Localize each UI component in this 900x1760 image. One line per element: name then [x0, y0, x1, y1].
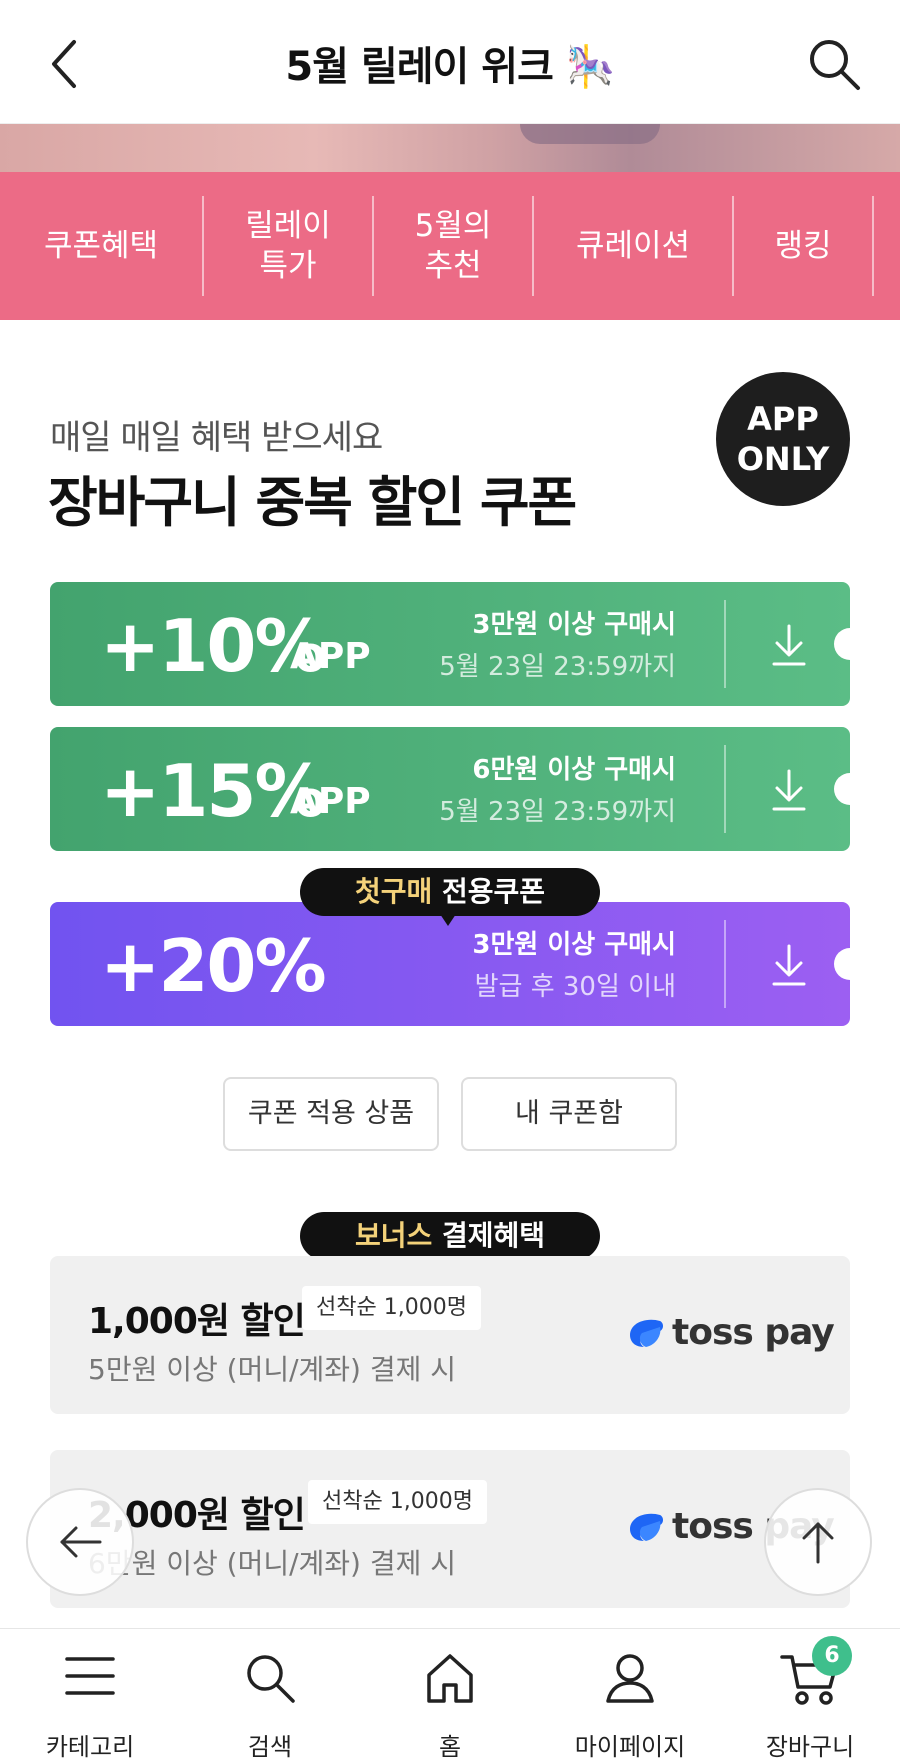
coupon-card[interactable]: +10% APP 3만원 이상 구매시 5월 23일 23:59까지 [50, 582, 850, 706]
coupon-condition: 6만원 이상 구매시 [472, 755, 676, 785]
toss-logo-icon [630, 1513, 663, 1541]
discount-amount: 1,000원 할인 [88, 1301, 306, 1342]
tab-label: 릴레이 특가 [245, 208, 331, 284]
toss-logo-icon [630, 1319, 663, 1347]
nav-cart[interactable]: 장바구니 [720, 1629, 900, 1760]
coupon-divider [724, 920, 726, 1008]
bonus-payment-label: 보너스 결제혜택 [300, 1212, 600, 1270]
coupon-percent: +20% [100, 924, 327, 1008]
coupon-validity: 발급 후 30일 이내 [474, 972, 676, 1002]
coupon-validity: 5월 23일 23:59까지 [439, 797, 676, 827]
tab-relay-deals[interactable]: 릴레이 특가 [204, 196, 374, 296]
hero-banner-image [0, 124, 900, 172]
coupon-notch [834, 773, 850, 805]
nav-label: 검색 [247, 1733, 293, 1760]
tab-coupon-benefits[interactable]: 쿠폰혜택 [0, 196, 204, 296]
coupon-validity: 5월 23일 23:59까지 [439, 652, 676, 682]
page-title: 5월 릴레이 위크 🎠 [285, 44, 615, 90]
top-app-bar: 5월 릴레이 위크 🎠 [0, 0, 900, 124]
menu-icon [65, 1657, 115, 1695]
section-subtitle: 매일 매일 혜택 받으세요 [50, 418, 383, 458]
tab-label: 5월의 추천 [414, 208, 492, 284]
search-icon[interactable] [806, 36, 862, 92]
nav-label: 홈 [438, 1733, 462, 1760]
nav-label: 마이페이지 [574, 1733, 686, 1760]
nav-label: 카테고리 [45, 1733, 135, 1760]
download-icon[interactable] [764, 940, 814, 990]
benefit-condition: 6만원 이상 (머니/계좌) 결제 시 [88, 1547, 457, 1580]
tab-label: 쿠폰혜택 [43, 228, 159, 264]
coupon-notch [834, 628, 850, 660]
coupon-condition: 3만원 이상 구매시 [472, 610, 676, 640]
category-tab-bar: 쿠폰혜택 릴레이 특가 5월의 추천 큐레이션 랭킹 [0, 172, 900, 320]
coupon-divider [724, 600, 726, 688]
nav-home[interactable]: 홈 [360, 1629, 540, 1760]
bottom-navigation: 카테고리 검색 홈 마이페이지 장바구니 [0, 1628, 900, 1760]
floating-back-button[interactable] [26, 1488, 134, 1596]
tab-may-picks[interactable]: 5월의 추천 [374, 196, 534, 296]
download-icon[interactable] [764, 765, 814, 815]
scroll-to-top-button[interactable] [764, 1488, 872, 1596]
payment-benefit-card[interactable]: 1,000원 할인 선착순 1,000명 5만원 이상 (머니/계좌) 결제 시… [50, 1256, 850, 1414]
home-icon [427, 1654, 473, 1703]
tab-label: 큐레이션 [575, 228, 691, 264]
first-come-limit: 선착순 1,000명 [308, 1480, 487, 1524]
applicable-products-button[interactable]: 쿠폰 적용 상품 [223, 1077, 439, 1151]
coupon-condition: 3만원 이상 구매시 [472, 930, 676, 960]
search-icon [247, 1655, 295, 1703]
cart-count-badge: 6 [812, 1636, 852, 1676]
first-come-limit: 선착순 1,000명 [302, 1286, 481, 1330]
tab-label: 랭킹 [774, 228, 832, 264]
coupon-card[interactable]: +15% APP 6만원 이상 구매시 5월 23일 23:59까지 [50, 727, 850, 851]
download-icon[interactable] [764, 620, 814, 670]
user-icon [606, 1654, 654, 1703]
section-title: 장바구니 중복 할인 쿠폰 [48, 471, 577, 534]
app-only-badge: APP ONLY [716, 372, 850, 506]
coupon-tag: APP [290, 781, 371, 822]
coupon-notch [834, 948, 850, 980]
tab-ranking[interactable]: 랭킹 [734, 196, 874, 296]
nav-search[interactable]: 검색 [180, 1629, 360, 1760]
first-purchase-label: 첫구매 전용쿠폰 [300, 868, 600, 926]
toss-pay-logo: toss pay [626, 1312, 835, 1353]
tab-curation[interactable]: 큐레이션 [534, 196, 734, 296]
nav-category[interactable]: 카테고리 [0, 1629, 180, 1760]
coupon-divider [724, 745, 726, 833]
payment-benefit-card[interactable]: 2,000원 할인 선착순 1,000명 6만원 이상 (머니/계좌) 결제 시… [50, 1450, 850, 1608]
nav-mypage[interactable]: 마이페이지 [540, 1629, 720, 1760]
nav-label: 장바구니 [765, 1733, 855, 1760]
arrow-left-icon [60, 1526, 102, 1558]
coupon-tag: APP [290, 636, 371, 677]
benefit-condition: 5만원 이상 (머니/계좌) 결제 시 [88, 1353, 457, 1386]
my-coupons-button[interactable]: 내 쿠폰함 [461, 1077, 677, 1151]
arrow-up-icon [802, 1522, 834, 1564]
